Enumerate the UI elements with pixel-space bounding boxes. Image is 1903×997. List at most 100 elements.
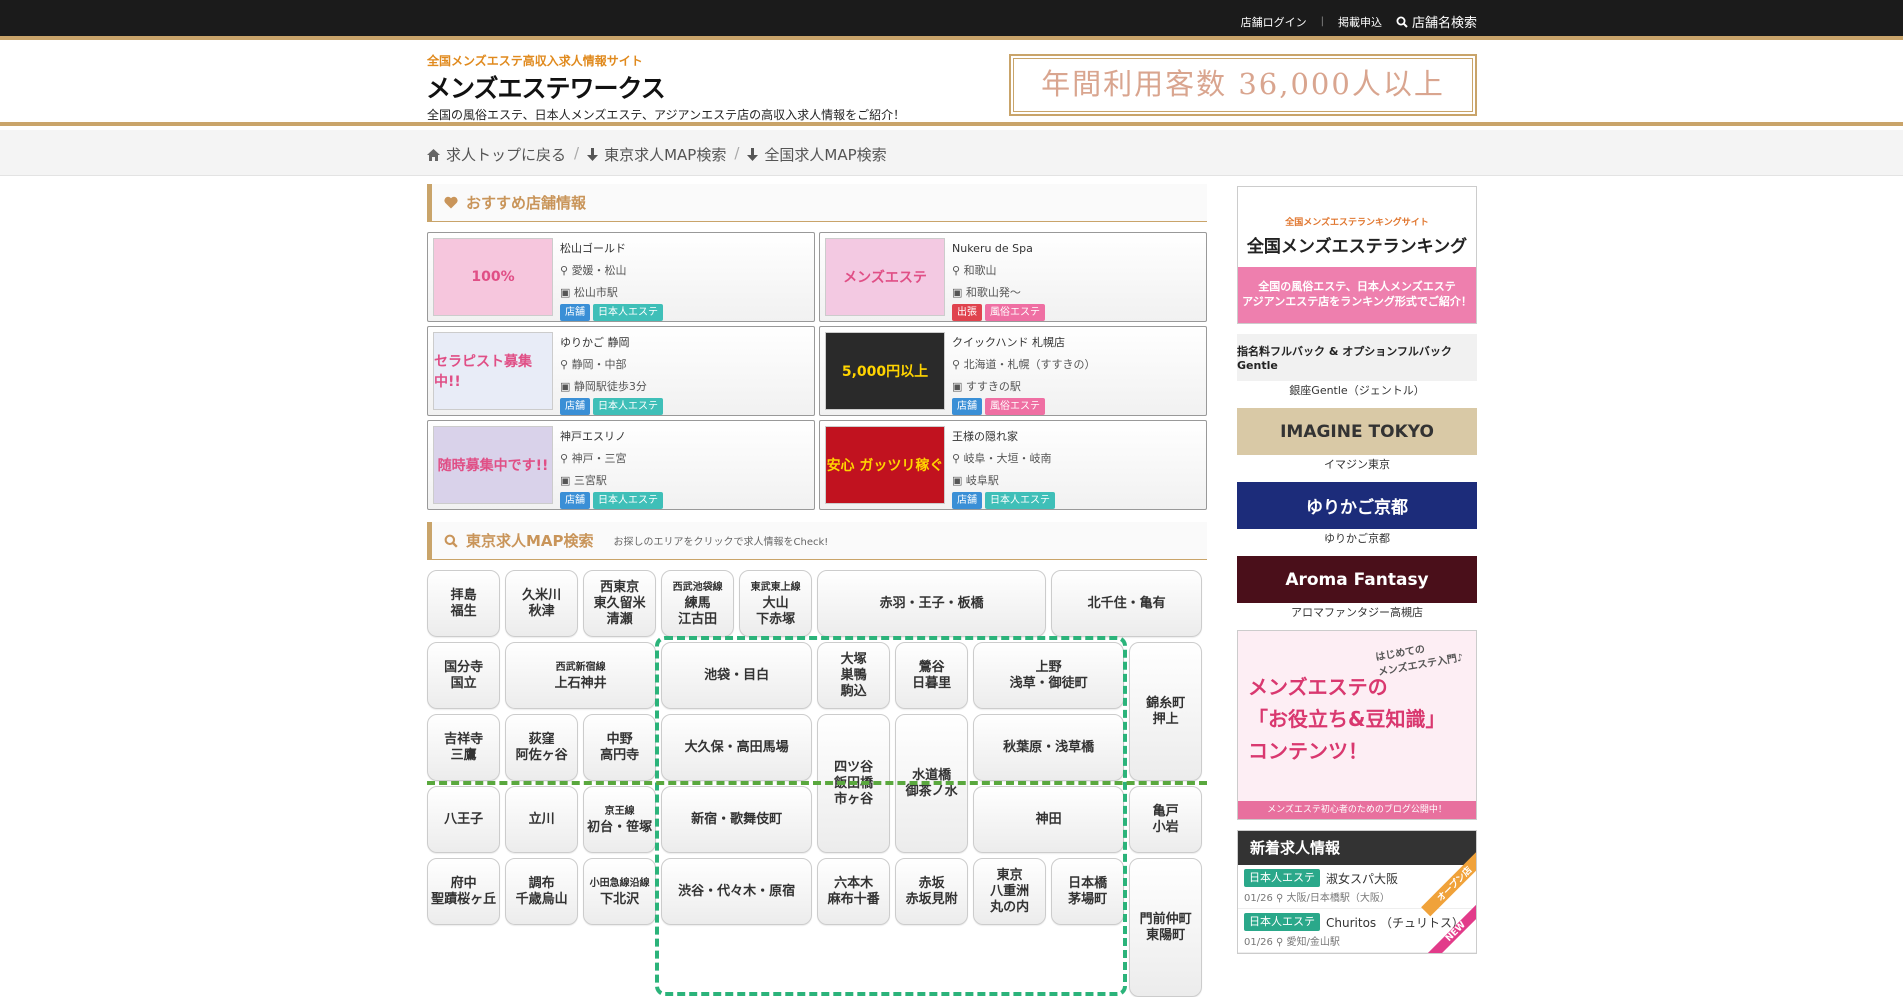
chuo-line	[427, 781, 1207, 785]
map-area[interactable]: 門前仲町 東陽町	[1129, 858, 1203, 997]
map-area[interactable]: 赤羽・王子・板橋	[817, 570, 1047, 638]
map-area-label: 立川	[528, 811, 555, 827]
shop-card[interactable]: 100% 松山ゴールド ⚲ 愛媛・松山 ▣ 松山市駅 店舗 日本人エステ	[427, 232, 815, 322]
map-area[interactable]: 立川	[505, 786, 579, 854]
sidebar-ad-caption[interactable]: イマジン東京	[1237, 456, 1477, 472]
shop-info: クイックハンド 札幌店 ⚲ 北海道・札幌（すすきの） ▣ すすきの駅 店舗 風俗…	[952, 332, 1096, 415]
map-area[interactable]: 中野 高円寺	[583, 714, 657, 782]
sidebar-ad-caption[interactable]: ゆりかご京都	[1237, 530, 1477, 546]
train-icon: ▣	[560, 474, 574, 487]
map-area[interactable]: 亀戸 小岩	[1129, 786, 1203, 854]
store-login-link[interactable]: 店舗ログイン	[1241, 14, 1307, 30]
blog-title: メンズエステの 「お役立ち&豆知識」 コンテンツ！	[1248, 675, 1446, 763]
sidebar-ad-caption[interactable]: 銀座Gentle（ジェントル）	[1237, 382, 1477, 398]
map-area[interactable]: 吉祥寺 三鷹	[427, 714, 501, 782]
shop-thumbnail[interactable]: 100%	[433, 238, 553, 316]
nav-tokyo-map[interactable]: 東京求人MAP検索	[587, 144, 726, 165]
sidebar-ad-image[interactable]: 指名料フルバック & オプションフルバック Gentle	[1237, 334, 1477, 381]
apply-link[interactable]: 掲載申込	[1338, 14, 1382, 30]
shop-name[interactable]: Nukeru de Spa	[952, 238, 1045, 260]
shop-card[interactable]: 安心 ガッツリ稼ぐ 王様の隠れ家 ⚲ 岐阜・大垣・岐南 ▣ 岐阜駅 店舗 日本人…	[819, 420, 1207, 510]
crumb-separator: /	[734, 144, 740, 162]
sidebar-ad-image[interactable]: Aroma Fantasy	[1237, 556, 1477, 603]
map-area[interactable]: 西武新宿線 上石神井	[505, 642, 657, 710]
shop-thumbnail[interactable]: 随時募集中です!!	[433, 426, 553, 504]
map-area[interactable]: 錦糸町 押上	[1129, 642, 1203, 782]
shop-card[interactable]: 5,000円以上 クイックハンド 札幌店 ⚲ 北海道・札幌（すすきの） ▣ すす…	[819, 326, 1207, 416]
shop-thumbnail-text: 5,000円以上	[841, 364, 929, 380]
shop-thumbnail-text: 安心 ガッツリ稼ぐ	[826, 458, 944, 474]
map-area-line: 東武東上線	[750, 581, 801, 593]
shop-genre-badge: 日本人エステ	[593, 492, 663, 509]
job-name[interactable]: 淑女スパ大阪	[1326, 870, 1398, 887]
map-area[interactable]: 小田急線沿線 下北沢	[583, 858, 657, 926]
job-genre-badge: 日本人エステ	[1244, 869, 1320, 887]
map-area-label: 八王子	[444, 811, 484, 827]
site-description: 全国の風俗エステ、日本人メンズエステ、アジアンエステ店の高収入求人情報をご紹介！	[427, 108, 906, 122]
map-area-label: 西東京 東久留米 清瀬	[593, 579, 646, 627]
shop-name[interactable]: 神戸エスリノ	[560, 426, 663, 448]
new-jobs: 新着求人情報 日本人エステ 淑女スパ大阪 01/26 ⚲ 大阪/日本橋駅（大阪）日…	[1237, 830, 1477, 954]
shop-station: 三宮駅	[573, 474, 607, 487]
map-area[interactable]: 荻窪 阿佐ヶ谷	[505, 714, 579, 782]
map-area[interactable]: 調布 千歳烏山	[505, 858, 579, 926]
train-icon: ▣	[952, 474, 966, 487]
map-area[interactable]: 拝島 福生	[427, 570, 501, 638]
site-tagline: 全国メンズエステ高収入求人情報サイト	[427, 54, 643, 68]
shop-name[interactable]: ゆりかご 静岡	[560, 332, 663, 354]
nav-label: 東京求人MAP検索	[604, 146, 727, 164]
shop-thumbnail-text: 100%	[471, 269, 515, 285]
shop-type-badge: 出張	[952, 304, 982, 321]
shop-station-row: ▣ すすきの駅	[952, 376, 1096, 398]
store-search-link[interactable]: 店舗名検索	[1396, 12, 1477, 31]
map-area[interactable]: 八王子	[427, 786, 501, 854]
shop-name[interactable]: 松山ゴールド	[560, 238, 663, 260]
shop-thumbnail[interactable]: メンズエステ	[825, 238, 945, 316]
job-name[interactable]: Churitos （チュリトス）	[1326, 914, 1464, 931]
header-banner[interactable]: 年間利用客数 36,000人以上	[1009, 54, 1477, 116]
shop-name[interactable]: クイックハンド 札幌店	[952, 332, 1096, 354]
shop-card[interactable]: 随時募集中です!! 神戸エスリノ ⚲ 神戸・三宮 ▣ 三宮駅 店舗 日本人エステ	[427, 420, 815, 510]
sidebar-ad[interactable]: IMAGINE TOKYO イマジン東京	[1237, 408, 1477, 472]
shop-thumbnail[interactable]: 安心 ガッツリ稼ぐ	[825, 426, 945, 504]
map-area-line: 京王線	[604, 805, 635, 817]
map-area-label: 調布 千歳烏山	[515, 875, 568, 907]
sidebar-ad-image[interactable]: ゆりかご京都	[1237, 482, 1477, 529]
shop-area: 岐阜・大垣・岐南	[963, 452, 1052, 465]
shop-name[interactable]: 王様の隠れ家	[952, 426, 1055, 448]
train-icon: ▣	[952, 286, 966, 299]
sidebar-ad-text: IMAGINE TOKYO	[1280, 421, 1434, 442]
blog-banner[interactable]: はじめての メンズエステ入門♪ メンズエステの 「お役立ち&豆知識」 コンテンツ…	[1237, 630, 1477, 820]
heart-icon	[444, 196, 458, 209]
sidebar-ad[interactable]: Aroma Fantasy アロマファンタジー高槻店	[1237, 556, 1477, 620]
map-area[interactable]: 西東京 東久留米 清瀬	[583, 570, 657, 638]
shop-area: 愛媛・松山	[571, 264, 627, 277]
nav-label: 求人トップに戻る	[446, 146, 567, 164]
sidebar-ad[interactable]: 指名料フルバック & オプションフルバック Gentle 銀座Gentle（ジェ…	[1237, 334, 1477, 398]
map-area[interactable]: 久米川 秋津	[505, 570, 579, 638]
shop-thumbnail[interactable]: セラピスト募集中!!	[433, 332, 553, 410]
map-area[interactable]: 北千住・亀有	[1051, 570, 1203, 638]
shop-area: 北海道・札幌（すすきの）	[963, 358, 1096, 371]
shop-area-row: ⚲ 神戸・三宮	[560, 448, 663, 470]
map-area[interactable]: 西武池袋線 練馬 江古田	[661, 570, 735, 638]
map-area[interactable]: 府中 聖蹟桜ヶ丘	[427, 858, 501, 926]
shop-badges: 店舗 日本人エステ	[560, 304, 663, 321]
shop-thumbnail[interactable]: 5,000円以上	[825, 332, 945, 410]
nav-job-top[interactable]: 求人トップに戻る	[427, 144, 566, 165]
sidebar-ad-caption[interactable]: アロマファンタジー高槻店	[1237, 604, 1477, 620]
site-logo[interactable]: メンズエステワークス	[426, 69, 666, 105]
map-area[interactable]: 東武東上線 大山 下赤塚	[739, 570, 813, 638]
map-area-label: 吉祥寺 三鷹	[444, 731, 484, 763]
nav-national-map[interactable]: 全国求人MAP検索	[747, 144, 887, 165]
ranking-banner[interactable]: 全国メンズエステランキングサイト 全国メンズエステランキング 全国の風俗エステ、…	[1237, 186, 1477, 324]
sidebar-ad[interactable]: ゆりかご京都 ゆりかご京都	[1237, 482, 1477, 546]
shop-card[interactable]: メンズエステ Nukeru de Spa ⚲ 和歌山 ▣ 和歌山発～ 出張 風俗…	[819, 232, 1207, 322]
sidebar-ad-image[interactable]: IMAGINE TOKYO	[1237, 408, 1477, 455]
sidebar: 全国メンズエステランキングサイト 全国メンズエステランキング 全国の風俗エステ、…	[1237, 186, 1477, 954]
map-area[interactable]: 京王線 初台・笹塚	[583, 786, 657, 854]
map-area[interactable]: 国分寺 国立	[427, 642, 501, 710]
divider: |	[1320, 16, 1324, 27]
shop-area: 和歌山	[963, 264, 997, 277]
shop-card[interactable]: セラピスト募集中!! ゆりかご 静岡 ⚲ 静岡・中部 ▣ 静岡駅徒歩3分 店舗 …	[427, 326, 815, 416]
